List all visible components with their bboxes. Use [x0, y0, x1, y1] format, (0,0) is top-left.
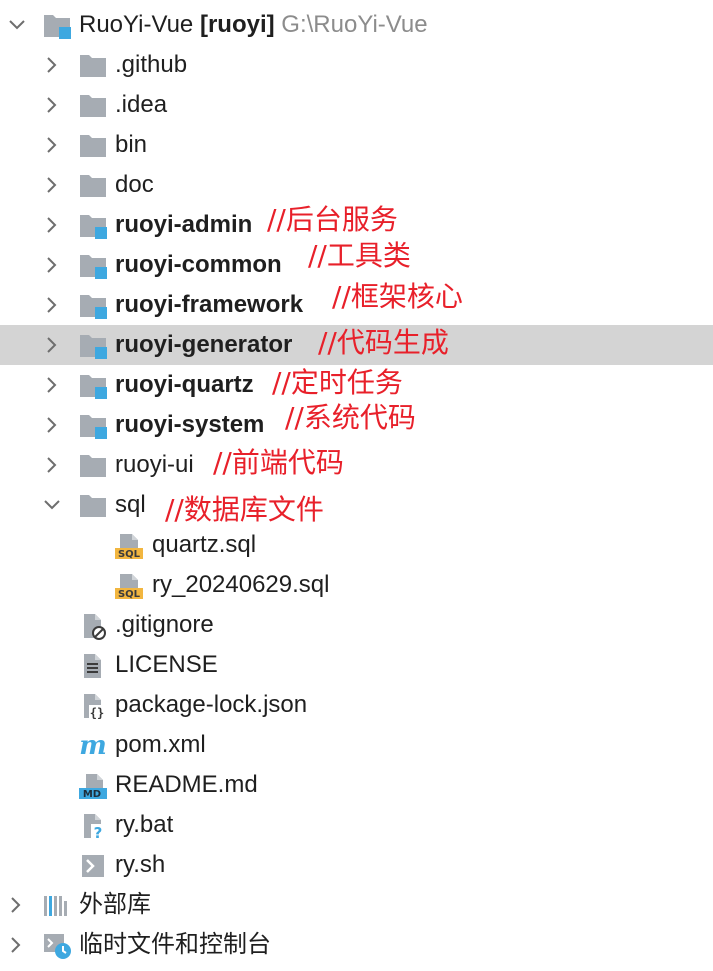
module-folder-icon	[80, 215, 107, 239]
chevron-right-icon[interactable]	[5, 934, 27, 956]
module-folder-icon	[80, 335, 107, 359]
sql-badge-text: SQL	[118, 589, 141, 600]
chevron-right-icon[interactable]	[41, 454, 63, 476]
file-label: pom.xml	[115, 731, 206, 758]
tree-row-ry-bat[interactable]: ? ry.bat	[0, 805, 713, 845]
folder-icon	[80, 95, 106, 117]
tree-row-readme[interactable]: MD README.md	[0, 765, 713, 805]
chevron-right-icon[interactable]	[41, 374, 63, 396]
chevron-right-icon[interactable]	[41, 214, 63, 236]
sql-badge-text: SQL	[118, 549, 141, 560]
project-module: [ruoyi]	[199, 11, 275, 38]
file-label: .gitignore	[115, 611, 214, 638]
folder-label: .github	[115, 51, 188, 78]
tree-row-gitignore[interactable]: .gitignore	[0, 605, 713, 645]
tree-row-sql[interactable]: sql	[0, 485, 713, 525]
module-label: ruoyi-quartz	[115, 371, 254, 398]
file-label: README.md	[115, 771, 258, 798]
tree-row-bin[interactable]: bin	[0, 125, 713, 165]
annotation-ruoyi-system: //系统代码	[285, 401, 416, 434]
chevron-right-icon[interactable]	[41, 94, 63, 116]
text-file-icon	[84, 654, 101, 678]
project-tree: RuoYi-Vue [ruoyi] G:\RuoYi-Vue .github .…	[0, 0, 713, 971]
scratches-icon	[44, 934, 71, 959]
module-folder-icon	[80, 415, 107, 439]
folder-icon	[80, 455, 106, 477]
tree-row-idea[interactable]: .idea	[0, 85, 713, 125]
maven-icon: m	[79, 732, 107, 760]
folder-label: ruoyi-ui	[115, 451, 194, 478]
module-label: ruoyi-common	[115, 251, 282, 278]
annotation-ruoyi-framework: //框架核心	[332, 280, 463, 313]
folder-label: doc	[115, 171, 154, 198]
chevron-down-icon[interactable]	[41, 494, 63, 516]
svg-text:{}: {}	[90, 706, 104, 720]
tree-row-quartz-sql[interactable]: SQL quartz.sql	[0, 525, 713, 565]
tree-row-ry-sh[interactable]: ry.sh	[0, 845, 713, 885]
tree-row-github[interactable]: .github	[0, 45, 713, 85]
chevron-right-icon[interactable]	[41, 294, 63, 316]
md-badge-text: MD	[83, 789, 101, 800]
tree-row-root[interactable]: RuoYi-Vue [ruoyi] G:\RuoYi-Vue	[0, 5, 713, 45]
chevron-right-icon[interactable]	[41, 334, 63, 356]
annotation-ruoyi-common: //工具类	[308, 239, 411, 272]
project-name: RuoYi-Vue [ruoyi] G:\RuoYi-Vue	[79, 12, 428, 38]
folder-icon	[80, 175, 106, 197]
module-label: ruoyi-admin	[115, 211, 253, 238]
module-folder-icon	[80, 255, 107, 279]
folder-icon	[80, 55, 106, 77]
external-libraries-label: 外部库	[79, 891, 151, 918]
chevron-right-icon[interactable]	[41, 254, 63, 276]
tree-row-scratches[interactable]: 临时文件和控制台	[0, 925, 713, 965]
file-label: LICENSE	[115, 651, 218, 678]
file-label: ry_20240629.sql	[152, 571, 330, 598]
chevron-right-icon[interactable]	[41, 54, 63, 76]
library-icon	[44, 896, 67, 916]
json-file-icon: {}	[84, 694, 105, 720]
tree-row-ruoyi-ui[interactable]: ruoyi-ui	[0, 445, 713, 485]
annotation-ruoyi-admin: //后台服务	[267, 203, 398, 236]
ignore-file-icon	[84, 614, 106, 640]
folder-icon	[80, 495, 106, 517]
folder-icon	[80, 135, 106, 157]
tree-row-license[interactable]: LICENSE	[0, 645, 713, 685]
shell-script-icon	[82, 855, 104, 877]
chevron-right-icon[interactable]	[41, 414, 63, 436]
chevron-right-icon[interactable]	[41, 134, 63, 156]
folder-label: bin	[115, 131, 148, 158]
chevron-right-icon[interactable]	[5, 894, 27, 916]
file-label: quartz.sql	[152, 531, 257, 558]
module-folder-icon	[80, 295, 107, 319]
module-label: ruoyi-generator	[115, 331, 293, 358]
markdown-file-icon: MD	[79, 774, 107, 800]
module-label: ruoyi-system	[115, 411, 265, 438]
annotation-sql: //数据库文件	[165, 493, 324, 526]
file-label: ry.sh	[115, 851, 166, 878]
sql-file-icon: SQL	[115, 574, 143, 600]
tree-row-doc[interactable]: doc	[0, 165, 713, 205]
folder-label: sql	[115, 491, 146, 518]
chevron-down-icon[interactable]	[6, 14, 28, 36]
tree-row-ry-sql[interactable]: SQL ry_20240629.sql	[0, 565, 713, 605]
tree-row-pom[interactable]: m pom.xml	[0, 725, 713, 765]
module-folder-icon	[44, 15, 71, 39]
scratches-label: 临时文件和控制台	[79, 931, 271, 958]
file-label: package-lock.json	[115, 691, 308, 718]
annotation-ruoyi-ui: //前端代码	[213, 446, 344, 479]
project-path: G:\RuoYi-Vue	[281, 11, 428, 38]
unknown-file-icon: ?	[84, 814, 105, 840]
annotation-ruoyi-quartz: //定时任务	[272, 366, 403, 399]
sql-file-icon: SQL	[115, 534, 143, 560]
maven-glyph: m	[79, 732, 107, 760]
module-folder-icon	[80, 375, 107, 399]
annotation-ruoyi-generator: //代码生成	[318, 326, 449, 359]
project-name-text: RuoYi-Vue	[79, 11, 194, 38]
svg-text:?: ?	[94, 824, 103, 840]
chevron-right-icon[interactable]	[41, 174, 63, 196]
module-label: ruoyi-framework	[115, 291, 304, 318]
file-label: ry.bat	[115, 811, 174, 838]
tree-row-external-libraries[interactable]: 外部库	[0, 885, 713, 925]
tree-row-package-lock[interactable]: {} package-lock.json	[0, 685, 713, 725]
folder-label: .idea	[115, 91, 168, 118]
